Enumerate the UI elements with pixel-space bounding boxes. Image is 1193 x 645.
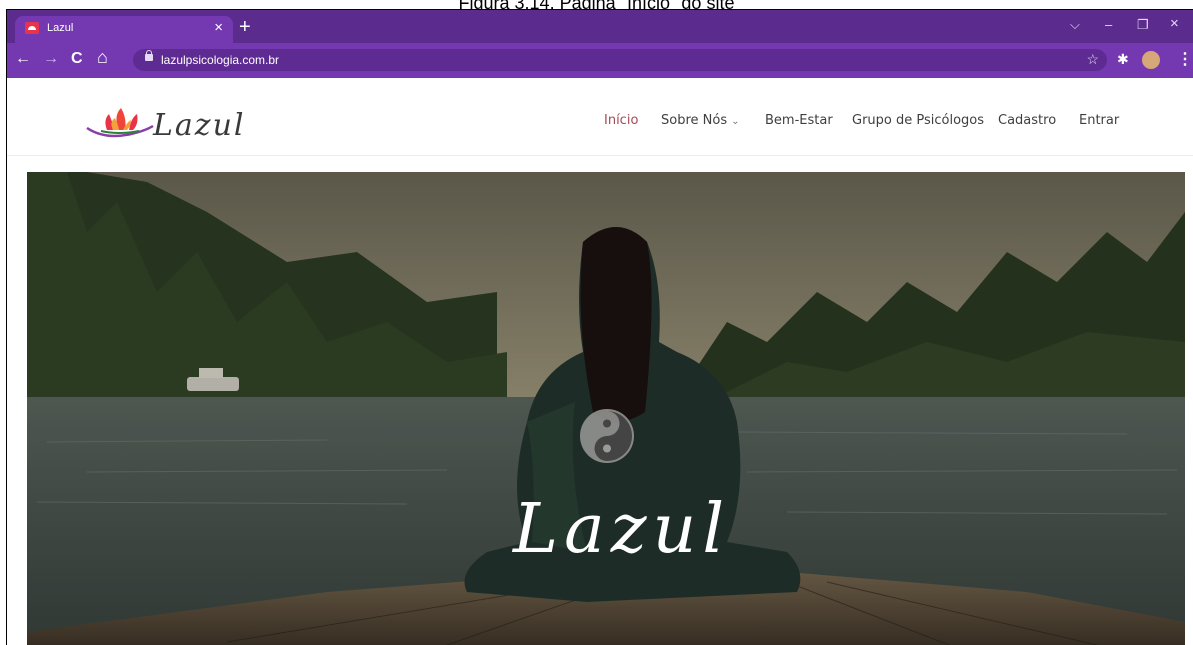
hero-title: Lazul <box>513 490 731 569</box>
reload-icon[interactable]: C <box>71 50 83 68</box>
nav-bem-estar[interactable]: Bem-Estar <box>765 113 833 128</box>
tab-search-icon[interactable]: ⌵ <box>1070 17 1080 33</box>
browser-toolbar: ← → C ⌂ lazulpsicologia.com.br ☆ ✱ ⋮ <box>7 43 1193 78</box>
minimize-button[interactable]: – <box>1105 17 1112 32</box>
lotus-favicon-icon <box>25 22 39 34</box>
chevron-down-icon: ⌄ <box>731 116 740 127</box>
address-bar[interactable]: lazulpsicologia.com.br ☆ <box>133 49 1107 71</box>
nav-sobre-nos[interactable]: Sobre Nós ⌄ <box>661 113 740 128</box>
browser-window: Lazul × + ⌵ – ❐ × ← → C ⌂ lazulpsicologi… <box>6 9 1193 645</box>
home-icon[interactable]: ⌂ <box>97 47 108 68</box>
nav-inicio[interactable]: Início <box>604 113 638 128</box>
lock-icon[interactable] <box>145 50 153 61</box>
site-header: Lazul Início Sobre Nós ⌄ Bem-Estar Grupo … <box>7 78 1193 156</box>
nav-grupo-psicologos[interactable]: Grupo de Psicólogos <box>852 113 984 128</box>
lotus-logo-icon[interactable] <box>85 104 155 144</box>
logo-wordmark[interactable]: Lazul <box>153 108 246 143</box>
hero-banner: Lazul <box>27 172 1185 645</box>
url-text[interactable]: lazulpsicologia.com.br <box>161 53 279 67</box>
new-tab-button[interactable]: + <box>239 17 251 37</box>
bookmark-star-icon[interactable]: ☆ <box>1086 51 1099 68</box>
close-window-button[interactable]: × <box>1170 15 1179 32</box>
tab-close-icon[interactable]: × <box>214 19 223 36</box>
extensions-icon[interactable]: ✱ <box>1117 51 1129 68</box>
back-icon[interactable]: ← <box>15 50 31 68</box>
forward-icon[interactable]: → <box>43 50 59 68</box>
tab-title: Lazul <box>47 22 74 34</box>
browser-tab[interactable]: Lazul × <box>15 16 233 43</box>
tab-strip: Lazul × + ⌵ – ❐ × <box>7 10 1193 43</box>
restore-button[interactable]: ❐ <box>1137 17 1149 33</box>
nav-sobre-nos-label: Sobre Nós <box>661 113 728 128</box>
yin-yang-icon <box>580 409 634 463</box>
nav-entrar[interactable]: Entrar <box>1079 113 1119 128</box>
profile-avatar[interactable] <box>1142 51 1160 69</box>
browser-menu-icon[interactable]: ⋮ <box>1177 49 1193 69</box>
nav-cadastro[interactable]: Cadastro <box>998 113 1056 128</box>
